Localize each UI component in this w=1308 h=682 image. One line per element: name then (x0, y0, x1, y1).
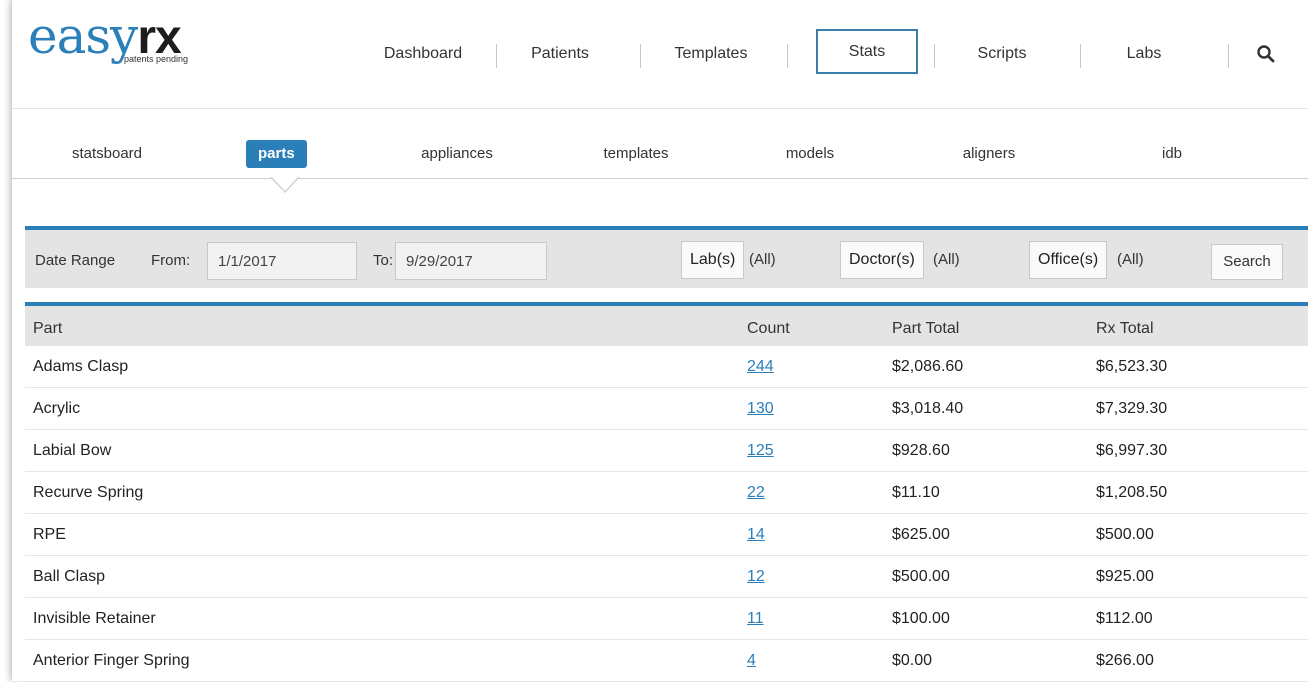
cell-part: Invisible Retainer (33, 610, 156, 627)
cell-count: 244 (747, 358, 774, 376)
count-link[interactable]: 22 (747, 484, 765, 501)
header-count[interactable]: Count (747, 320, 790, 338)
count-link[interactable]: 130 (747, 400, 774, 417)
cell-part: Ball Clasp (33, 568, 106, 585)
nav-separator (1080, 44, 1081, 68)
subnav-statsboard[interactable]: statsboard (52, 140, 162, 168)
nav-separator (1228, 44, 1229, 68)
cell-part: Recurve Spring (33, 484, 144, 501)
cell-count: 11 (747, 610, 764, 628)
cell-count: 125 (747, 442, 774, 460)
table-row: Labial Bow 125 $928.60 $6,997.30 (25, 430, 1308, 472)
nav-scripts[interactable]: Scripts (962, 34, 1042, 74)
table-row: Acrylic 130 $3,018.40 $7,329.30 (25, 388, 1308, 430)
active-tab-caret-fill (271, 176, 299, 191)
cell-rx-total: $7,329.30 (1096, 400, 1168, 417)
subnav-templates[interactable]: templates (586, 140, 686, 168)
cell-count: 14 (747, 526, 765, 544)
to-date-input[interactable] (395, 242, 547, 280)
cell-part-total: $100.00 (892, 610, 950, 627)
cell-count: 130 (747, 400, 774, 418)
header-part-total[interactable]: Part Total (892, 320, 959, 338)
cell-part-total: $625.00 (892, 526, 950, 543)
stats-subnav: statsboard parts appliances templates mo… (12, 108, 1308, 179)
subnav-aligners[interactable]: aligners (944, 140, 1034, 168)
table-row: Ball Clasp 12 $500.00 $925.00 (25, 556, 1308, 598)
table-row: Adams Clasp 244 $2,086.60 $6,523.30 (25, 346, 1308, 388)
table-row: Invisible Retainer 11 $100.00 $112.00 (25, 598, 1308, 640)
count-link[interactable]: 244 (747, 358, 774, 375)
cell-rx-total: $500.00 (1096, 526, 1154, 543)
count-link[interactable]: 14 (747, 526, 765, 543)
parts-table: Part Count Part Total Rx Total Adams Cla… (25, 302, 1308, 682)
nav-separator (934, 44, 935, 68)
nav-separator (787, 44, 788, 68)
nav-templates[interactable]: Templates (662, 34, 760, 74)
cell-rx-total: $6,523.30 (1096, 358, 1168, 375)
cell-part: Adams Clasp (33, 358, 129, 375)
table-header: Part Count Part Total Rx Total (25, 302, 1308, 346)
table-row: Recurve Spring 22 $11.10 $1,208.50 (25, 472, 1308, 514)
cell-part: RPE (33, 526, 66, 543)
from-date-input[interactable] (207, 242, 357, 280)
subnav-appliances[interactable]: appliances (402, 140, 512, 168)
cell-part: Labial Bow (33, 442, 112, 459)
cell-part-total: $0.00 (892, 652, 933, 669)
cell-count: 22 (747, 484, 765, 502)
cell-count: 4 (747, 652, 756, 670)
nav-separator (640, 44, 641, 68)
easyrx-logo[interactable]: easyrx patents pending (28, 11, 188, 64)
nav-patients[interactable]: Patients (520, 34, 600, 74)
search-icon[interactable] (1256, 44, 1276, 64)
logo-easy-text: easy (28, 7, 138, 65)
table-row: Anterior Finger Spring 4 $0.00 $266.00 (25, 640, 1308, 682)
date-range-label: Date Range (35, 252, 116, 269)
subnav-models[interactable]: models (770, 140, 850, 168)
nav-dashboard[interactable]: Dashboard (368, 34, 478, 74)
from-label: From: (151, 252, 191, 269)
offices-filter-value: (All) (1117, 251, 1144, 268)
cell-rx-total: $925.00 (1096, 568, 1154, 585)
cell-count: 12 (747, 568, 765, 586)
cell-rx-total: $6,997.30 (1096, 442, 1168, 459)
header-part[interactable]: Part (33, 320, 62, 338)
nav-stats[interactable]: Stats (816, 29, 918, 74)
labs-filter-button[interactable]: Lab(s) (681, 241, 745, 279)
cell-rx-total: $112.00 (1096, 610, 1153, 627)
cell-rx-total: $266.00 (1096, 652, 1154, 669)
filter-bar: Date Range From: To: Lab(s) (All) Doctor… (25, 226, 1308, 288)
table-row: RPE 14 $625.00 $500.00 (25, 514, 1308, 556)
table-body: Adams Clasp 244 $2,086.60 $6,523.30 Acry… (25, 346, 1308, 682)
to-label: To: (373, 252, 394, 269)
search-button[interactable]: Search (1211, 244, 1283, 280)
count-link[interactable]: 125 (747, 442, 774, 459)
cell-part-total: $2,086.60 (892, 358, 964, 375)
count-link[interactable]: 12 (747, 568, 765, 585)
cell-part-total: $928.60 (892, 442, 950, 459)
cell-part-total: $11.10 (892, 484, 940, 501)
doctors-filter-button[interactable]: Doctor(s) (840, 241, 924, 279)
offices-filter-button[interactable]: Office(s) (1029, 241, 1108, 279)
cell-rx-total: $1,208.50 (1096, 484, 1168, 501)
doctors-filter-value: (All) (933, 251, 960, 268)
nav-separator (496, 44, 497, 68)
count-link[interactable]: 11 (747, 610, 764, 627)
cell-part: Acrylic (33, 400, 81, 417)
count-link[interactable]: 4 (747, 652, 756, 669)
subnav-parts[interactable]: parts (246, 140, 307, 168)
cell-part-total: $3,018.40 (892, 400, 964, 417)
logo-tagline: patents pending (124, 54, 189, 64)
cell-part-total: $500.00 (892, 568, 950, 585)
labs-filter-value: (All) (749, 251, 776, 268)
nav-labs[interactable]: Labs (1114, 34, 1174, 74)
cell-part: Anterior Finger Spring (33, 652, 190, 669)
top-nav: easyrx patents pending Dashboard Patient… (12, 0, 1308, 109)
subnav-idb[interactable]: idb (1152, 140, 1192, 168)
header-rx-total[interactable]: Rx Total (1096, 320, 1154, 338)
